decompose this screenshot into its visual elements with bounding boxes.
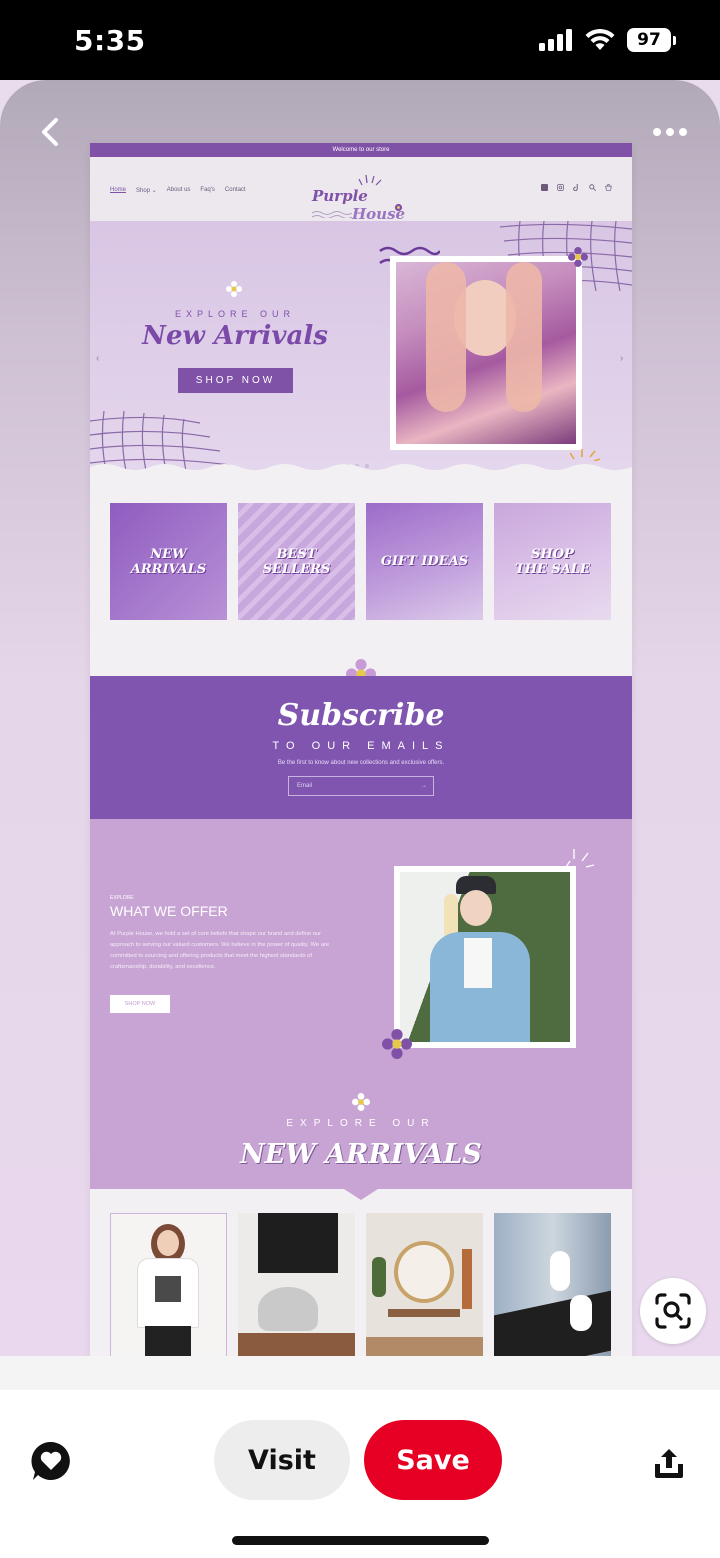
wavy-divider (90, 464, 632, 471)
wifi-icon (585, 29, 615, 50)
flower-icon (226, 281, 242, 297)
pin-closeup: Welcome to our store Home Shop ⌄ About u… (0, 80, 720, 1370)
hero-banner: EXPLORE OUR New Arrivals SHOP NOW ‹ › (90, 221, 632, 471)
category-label: BEST (276, 546, 317, 562)
pin-image[interactable]: Welcome to our store Home Shop ⌄ About u… (90, 143, 632, 1358)
category-label: SHOP (531, 546, 574, 562)
subscribe-section: Subscribe TO OUR EMAILS Be the first to … (90, 676, 632, 819)
search-icon (589, 184, 596, 191)
hero-photo (390, 256, 582, 450)
heart-bubble-icon (31, 1441, 70, 1480)
site-header: Home Shop ⌄ About us Faq's Contact Purpl… (90, 157, 632, 223)
screen: 5:35 97 Welcome to our store Home Shop ⌄… (0, 0, 720, 1558)
share-button[interactable] (644, 1438, 694, 1488)
product-sneakers (494, 1213, 611, 1358)
arrivals-kicker: EXPLORE OUR (286, 1118, 436, 1129)
hero-next-arrow: › (620, 353, 624, 364)
category-label: GIFT IDEAS (380, 554, 469, 569)
status-icons: 97 (539, 28, 676, 52)
battery-indicator: 97 (627, 28, 676, 52)
site-logo: Purple House (310, 173, 420, 223)
more-options-button[interactable] (648, 110, 692, 154)
nav-home: Home (110, 187, 127, 193)
subscribe-kicker: TO OUR EMAILS (272, 740, 450, 752)
arrivals-title: NEW ARRIVALS (240, 1139, 482, 1170)
flower-icon (382, 1029, 412, 1059)
subscribe-description: Be the first to know about new collectio… (277, 760, 445, 766)
chevron-left-icon (42, 118, 58, 146)
hero-kicker: EXPLORE OUR (174, 309, 296, 319)
logo-line1: Purple (312, 187, 368, 205)
nav-about: About us (166, 187, 191, 193)
product-mirror (366, 1213, 483, 1358)
category-label: NEW (150, 546, 187, 562)
category-label: THE SALE (515, 561, 590, 577)
nav-shop: Shop ⌄ (136, 188, 157, 194)
offer-title: WHAT WE OFFER (110, 903, 228, 919)
product-tshirt (110, 1213, 227, 1358)
offer-kicker: EXPLORE (110, 895, 134, 901)
email-placeholder: Email (297, 783, 313, 789)
email-field: Email → (288, 776, 434, 796)
announcement-bar: Welcome to our store (90, 143, 632, 157)
product-chair (238, 1213, 355, 1358)
status-bar: 5:35 97 (0, 0, 720, 80)
offer-body: At Purple House, we hold a set of core b… (110, 931, 330, 970)
battery-cap (673, 35, 676, 45)
category-new-arrivals: NEW ARRIVALS (110, 503, 227, 620)
flower-icon (352, 1093, 370, 1111)
back-button[interactable] (28, 110, 72, 154)
sparkle-icon (570, 449, 600, 461)
nav-faqs: Faq's (200, 187, 215, 193)
nav-contact: Contact (224, 187, 246, 193)
react-button[interactable] (28, 1438, 74, 1484)
cellular-signal-icon (539, 29, 572, 51)
battery-level: 97 (627, 28, 671, 52)
cart-icon (605, 184, 612, 191)
category-shop-the-sale: SHOP THE SALE (494, 503, 611, 620)
category-section: NEW ARRIVALS BEST SELLERS GIFT IDEAS SHOP T… (90, 471, 632, 689)
sheet-peek (0, 1356, 720, 1390)
bottom-action-bar: Visit Save (0, 1356, 720, 1558)
instagram-icon (557, 184, 564, 191)
offer-shop-now-button: SHOP NOW (110, 995, 170, 1013)
header-icons (541, 184, 612, 191)
section-notch (344, 1189, 378, 1200)
share-icon (655, 1449, 683, 1478)
hero-title: New Arrivals (142, 321, 328, 351)
hero-prev-arrow: ‹ (96, 353, 100, 364)
subscribe-title: Subscribe (277, 698, 445, 733)
sparkle-icon (358, 174, 382, 186)
offer-photo-model (400, 872, 570, 1042)
status-time: 5:35 (74, 24, 146, 57)
more-horizontal-icon (653, 128, 687, 136)
category-label: SELLERS (262, 561, 331, 577)
visit-button[interactable]: Visit (214, 1420, 350, 1500)
hero-shop-now-button: SHOP NOW (178, 368, 293, 393)
hero-photo-model (396, 262, 576, 444)
arrow-right-icon: → (421, 783, 427, 789)
offer-photo (394, 866, 576, 1048)
visual-search-button[interactable] (640, 1278, 706, 1344)
facebook-icon (541, 184, 548, 191)
wave-icon (312, 211, 352, 218)
product-grid (90, 1189, 632, 1358)
tiktok-icon (573, 184, 578, 191)
category-label: ARRIVALS (130, 561, 207, 577)
category-best-sellers: BEST SELLERS (238, 503, 355, 620)
lens-search-icon (655, 1293, 691, 1329)
home-indicator (232, 1536, 489, 1545)
save-button[interactable]: Save (364, 1420, 502, 1500)
what-we-offer-section: EXPLORE WHAT WE OFFER At Purple House, w… (90, 819, 632, 1189)
site-nav: Home Shop ⌄ About us Faq's Contact (110, 187, 246, 194)
category-gift-ideas: GIFT IDEAS (366, 503, 483, 620)
flower-icon (568, 247, 588, 267)
